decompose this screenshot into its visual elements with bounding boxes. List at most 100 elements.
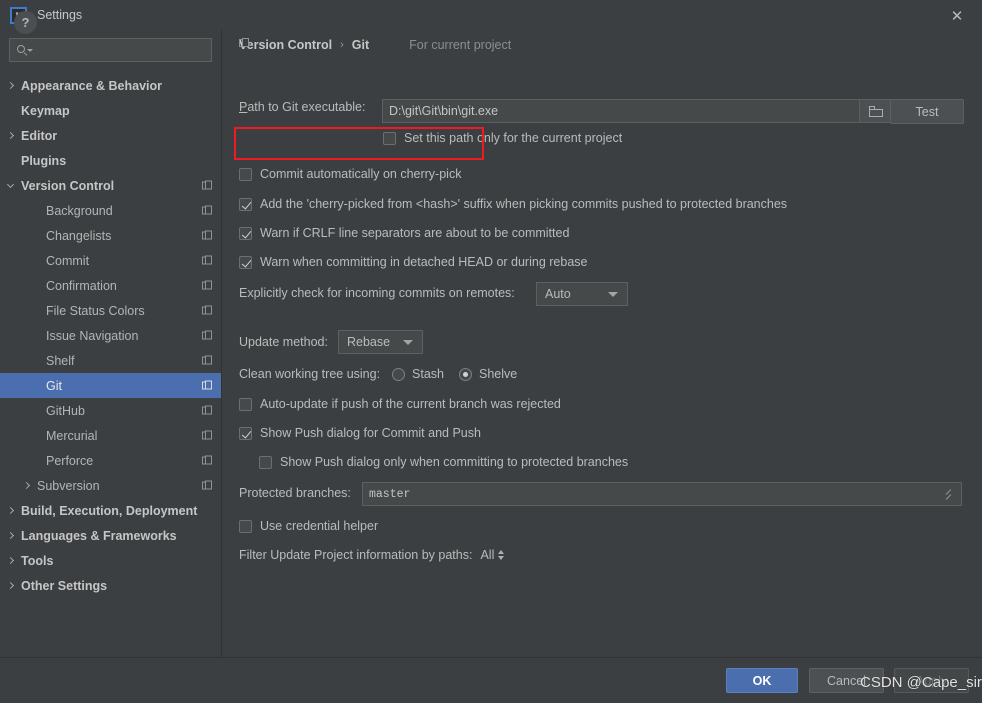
sidebar-item-label: Build, Execution, Deployment (21, 503, 198, 518)
use-credential-helper-label: Use credential helper (260, 519, 379, 533)
apply-button: Apply (894, 668, 969, 693)
breadcrumb-parent[interactable]: Version Control (239, 38, 332, 52)
sidebar-item-issue-navigation[interactable]: Issue Navigation (0, 323, 221, 348)
add-cherry-picked-suffix-row[interactable]: Add the 'cherry-picked from <hash>' suff… (239, 197, 787, 211)
sidebar-item-perforce[interactable]: Perforce (0, 448, 221, 473)
close-icon[interactable]: ✕ (946, 7, 968, 25)
sidebar-item-editor[interactable]: Editor (0, 123, 221, 148)
set-path-only-checkbox[interactable] (383, 132, 396, 145)
sidebar-item-changelists[interactable]: Changelists (0, 223, 221, 248)
sidebar-item-mercurial[interactable]: Mercurial (0, 423, 221, 448)
sidebar-item-appearance-behavior[interactable]: Appearance & Behavior (0, 73, 221, 98)
shelve-label: Shelve (479, 367, 518, 381)
ok-button[interactable]: OK (726, 668, 798, 693)
warn-detached-head-label: Warn when committing in detached HEAD or… (260, 255, 588, 269)
update-method-label: Update method: (239, 335, 328, 349)
show-push-dialog-protected-row[interactable]: Show Push dialog only when committing to… (259, 455, 628, 469)
commit-auto-cherry-pick-checkbox[interactable] (239, 168, 252, 181)
sidebar-item-git[interactable]: Git (0, 373, 221, 398)
sidebar-item-version-control[interactable]: Version Control (0, 173, 221, 198)
show-push-dialog-checkbox[interactable] (239, 427, 252, 440)
shelve-radio[interactable] (459, 367, 473, 381)
chevron-right-icon[interactable] (4, 129, 17, 142)
set-path-only-checkbox-row[interactable]: Set this path only for the current proje… (383, 131, 622, 145)
sidebar-item-keymap[interactable]: Keymap (0, 98, 221, 123)
title-bar: IJ Settings ✕ (0, 0, 982, 30)
help-button[interactable]: ? (14, 11, 37, 34)
set-path-only-label: Set this path only for the current proje… (404, 131, 623, 145)
sidebar-item-subversion[interactable]: Subversion (0, 473, 221, 498)
radio-option-stash[interactable]: Stash (392, 367, 444, 381)
chevron-right-icon[interactable] (4, 79, 17, 92)
settings-content: Version Control › Git For current projec… (223, 30, 982, 657)
show-push-dialog-protected-checkbox[interactable] (259, 456, 272, 469)
breadcrumb-separator: › (340, 39, 344, 51)
chevron-right-icon[interactable] (4, 554, 17, 567)
incoming-commits-combo[interactable]: Auto (536, 282, 628, 306)
add-cherry-picked-suffix-checkbox[interactable] (239, 198, 252, 211)
filter-paths-value[interactable]: All (480, 548, 494, 562)
warn-crlf-checkbox[interactable] (239, 227, 252, 240)
sidebar-item-confirmation[interactable]: Confirmation (0, 273, 221, 298)
search-box[interactable] (9, 38, 212, 62)
sidebar-item-file-status-colors[interactable]: File Status Colors (0, 298, 221, 323)
sidebar-item-label: Tools (21, 553, 54, 568)
cancel-button[interactable]: Cancel (809, 668, 884, 693)
auto-update-rejected-row[interactable]: Auto-update if push of the current branc… (239, 397, 561, 411)
chevron-right-icon[interactable] (4, 579, 17, 592)
warn-crlf-label: Warn if CRLF line separators are about t… (260, 226, 570, 240)
commit-auto-cherry-pick-label: Commit automatically on cherry-pick (260, 167, 462, 181)
module-icon (202, 355, 213, 366)
expand-icon[interactable] (943, 489, 954, 500)
browse-folder-button[interactable] (860, 99, 892, 123)
warn-crlf-row[interactable]: Warn if CRLF line separators are about t… (239, 226, 569, 240)
use-credential-helper-checkbox[interactable] (239, 520, 252, 533)
radio-option-shelve[interactable]: Shelve (459, 367, 517, 381)
sidebar-item-build-execution-deployment[interactable]: Build, Execution, Deployment (0, 498, 221, 523)
sidebar-item-label: Changelists (46, 228, 112, 243)
sidebar-item-label: File Status Colors (46, 303, 145, 318)
protected-branches-input[interactable]: master (362, 482, 962, 506)
search-input[interactable] (34, 43, 211, 57)
update-method-combo[interactable]: Rebase (338, 330, 423, 354)
sidebar-item-label: Appearance & Behavior (21, 78, 163, 93)
sidebar-item-commit[interactable]: Commit (0, 248, 221, 273)
protected-branches-row: Protected branches: (239, 486, 351, 500)
chevron-right-icon[interactable] (20, 479, 33, 492)
sidebar-item-plugins[interactable]: Plugins (0, 148, 221, 173)
auto-update-rejected-checkbox[interactable] (239, 398, 252, 411)
warn-detached-head-checkbox[interactable] (239, 256, 252, 269)
sidebar-item-background[interactable]: Background (0, 198, 221, 223)
chevron-right-icon[interactable] (4, 529, 17, 542)
sidebar-item-label: Confirmation (46, 278, 117, 293)
sidebar-item-label: Mercurial (46, 428, 98, 443)
stash-radio[interactable] (392, 367, 406, 381)
incoming-commits-label: Explicitly check for incoming commits on… (239, 286, 515, 300)
use-credential-helper-row[interactable]: Use credential helper (239, 519, 378, 533)
up-down-icon[interactable] (498, 550, 505, 560)
breadcrumb: Version Control › Git For current projec… (239, 38, 511, 52)
show-push-dialog-row[interactable]: Show Push dialog for Commit and Push (239, 426, 481, 440)
sidebar-item-other-settings[interactable]: Other Settings (0, 573, 221, 598)
sidebar-item-label: Editor (21, 128, 58, 143)
update-method-row: Update method: (239, 335, 328, 349)
chevron-right-icon[interactable] (4, 504, 17, 517)
git-path-label: Path to Git executable: (239, 100, 366, 114)
test-button[interactable]: Test (890, 99, 964, 124)
git-path-input[interactable]: D:\git\Git\bin\git.exe (382, 99, 860, 123)
commit-auto-cherry-pick-row[interactable]: Commit automatically on cherry-pick (239, 167, 461, 181)
sidebar-item-shelf[interactable]: Shelf (0, 348, 221, 373)
sidebar-item-tools[interactable]: Tools (0, 548, 221, 573)
sidebar-item-github[interactable]: GitHub (0, 398, 221, 423)
for-current-project-label: For current project (409, 38, 512, 52)
warn-detached-head-row[interactable]: Warn when committing in detached HEAD or… (239, 255, 587, 269)
chevron-down-icon[interactable] (4, 179, 17, 192)
sidebar-item-languages-frameworks[interactable]: Languages & Frameworks (0, 523, 221, 548)
